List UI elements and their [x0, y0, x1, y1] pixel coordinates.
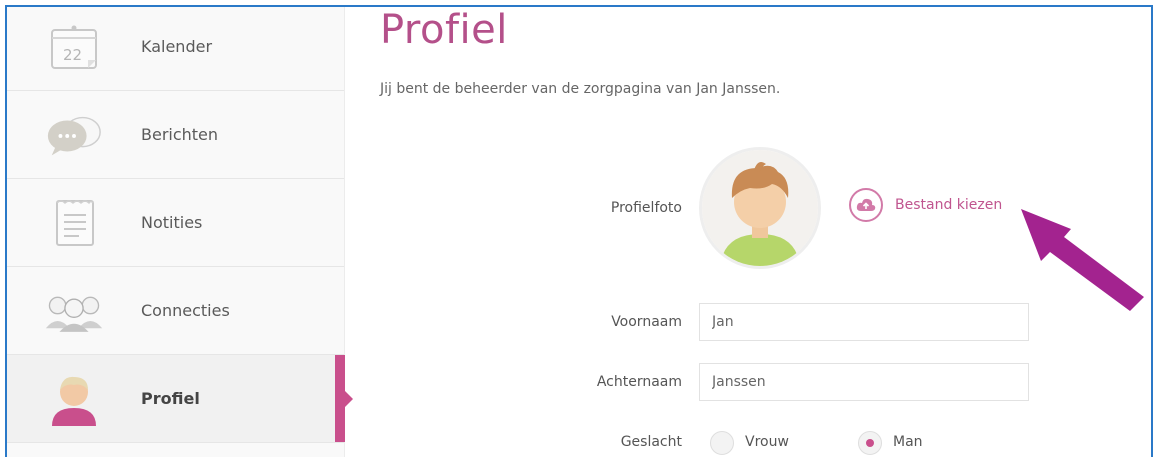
- people-icon: [44, 285, 104, 337]
- choose-file-label: Bestand kiezen: [895, 197, 1003, 213]
- last-name-field[interactable]: [699, 363, 1029, 401]
- chat-bubbles-icon: [44, 109, 104, 161]
- gender-radio-man[interactable]: [858, 431, 882, 455]
- first-name-label: Voornaam: [611, 314, 682, 330]
- sidebar-item-notities[interactable]: Notities: [7, 179, 344, 267]
- page-title: Profiel: [380, 7, 508, 53]
- profile-photo-label: Profielfoto: [610, 200, 682, 216]
- sidebar-item-label: Profiel: [141, 389, 200, 408]
- sidebar-item-berichten[interactable]: Berichten: [7, 91, 344, 179]
- sidebar-item-label: Kalender: [141, 37, 213, 56]
- cloud-upload-icon: [849, 188, 883, 222]
- page-subtitle: Jij bent de beheerder van de zorgpagina …: [380, 81, 781, 97]
- screenshot-frame: 22 Kalender Berichten Notities Connectie…: [5, 5, 1153, 457]
- sidebar-item-profiel[interactable]: Profiel: [7, 355, 353, 443]
- gender-option-label: Man: [893, 434, 923, 450]
- main-content: Profiel Jij bent de beheerder van de zor…: [344, 7, 1151, 457]
- choose-file-button[interactable]: Bestand kiezen: [849, 188, 1002, 222]
- gender-option-label: Vrouw: [745, 434, 789, 450]
- gender-label: Geslacht: [620, 434, 682, 450]
- sidebar-item-label: Berichten: [141, 125, 219, 144]
- sidebar-item-label: Connecties: [141, 301, 230, 320]
- first-name-field[interactable]: [699, 303, 1029, 341]
- annotation-arrow-icon: [1021, 209, 1144, 311]
- sidebar-item-kalender[interactable]: 22 Kalender: [7, 7, 344, 91]
- profile-photo: [699, 147, 821, 269]
- svg-text:22: 22: [63, 46, 82, 64]
- sidebar-item-label: Notities: [141, 213, 203, 232]
- gender-radio-vrouw[interactable]: [710, 431, 734, 455]
- calendar-icon: 22: [44, 21, 104, 73]
- last-name-label: Achternaam: [596, 374, 682, 390]
- sidebar: 22 Kalender Berichten Notities Connectie…: [7, 7, 353, 457]
- notepad-icon: [44, 197, 104, 249]
- sidebar-item-connecties[interactable]: Connecties: [7, 267, 344, 355]
- profile-avatar-icon: [44, 373, 104, 426]
